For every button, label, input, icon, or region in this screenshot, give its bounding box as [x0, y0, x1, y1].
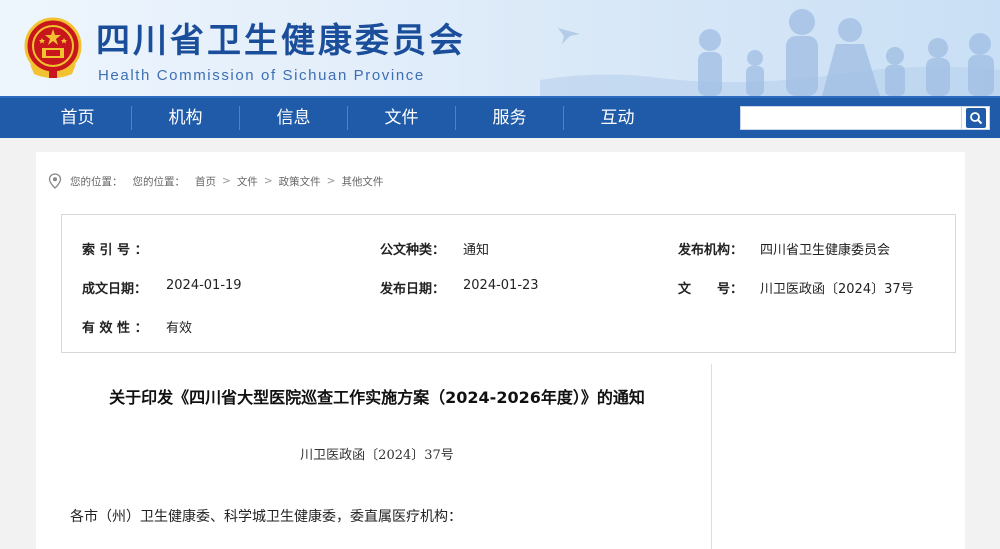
issuing-org-label: 发布机构： [678, 243, 744, 258]
breadcrumb-separator: > [222, 175, 231, 187]
breadcrumb-policy-documents[interactable]: 政策文件 [279, 174, 321, 189]
breadcrumb-separator: > [263, 175, 273, 187]
document-type-label: 公文种类： [380, 243, 446, 258]
breadcrumb-home[interactable]: 首页 [195, 174, 216, 189]
document-type-value: 通知 [463, 243, 490, 258]
nav-information[interactable]: 信息 [240, 98, 347, 138]
publish-date-value: 2024-01-23 [463, 278, 539, 293]
validity-label: 有 效 性 ： [82, 321, 148, 336]
breadcrumb: 您的位置： 您的位置： 首页 > 文件 > 政策文件 > 其他文件 [48, 172, 389, 190]
nav-interaction[interactable]: 互动 [564, 98, 671, 138]
site-header: 四川省卫生健康委员会 Health Commission of Sichuan … [0, 0, 1000, 96]
nav-documents[interactable]: 文件 [348, 98, 455, 138]
creation-date-label: 成文日期： [82, 282, 148, 297]
publish-date-label: 发布日期： [380, 282, 446, 297]
nav-institutions[interactable]: 机构 [132, 98, 239, 138]
nav-services[interactable]: 服务 [456, 98, 563, 138]
location-pin-icon [48, 173, 62, 189]
national-emblem-icon [24, 17, 82, 78]
breadcrumb-other-documents[interactable]: 其他文件 [341, 174, 383, 189]
breadcrumb-documents[interactable]: 文件 [237, 174, 258, 189]
breadcrumb-separator: > [326, 175, 336, 187]
validity-value: 有效 [166, 321, 193, 336]
document-number-value: 川卫医政函〔2024〕37号 [760, 282, 914, 297]
document-metadata-table: 索 引 号 ： 公文种类： 通知 发布机构： 四川省卫生健康委员会 成文日期： … [61, 214, 956, 353]
breadcrumb-label: 您的位置： [132, 175, 186, 188]
issuing-org-value: 四川省卫生健康委员会 [760, 243, 891, 258]
column-divider [711, 364, 712, 549]
document-reference-number: 川卫医政函〔2024〕37号 [300, 448, 454, 463]
family-silhouette-decoration [540, 9, 1000, 96]
index-number-label: 索 引 号 ： [82, 243, 148, 258]
document-title: 关于印发《四川省大型医院巡查工作实施方案（2024-2026年度）》的通知 [109, 388, 645, 407]
breadcrumb-label: 您的位置： [70, 175, 123, 188]
main-nav: 首页 机构 信息 文件 服务 互动 [0, 96, 1000, 138]
creation-date-value: 2024-01-19 [166, 278, 242, 293]
document-number-label: 文 号： [678, 282, 744, 297]
nav-home[interactable]: 首页 [24, 98, 131, 138]
document-salutation: 各市（州）卫生健康委、科学城卫生健康委，委直属医疗机构： [70, 509, 462, 525]
site-subtitle: Health Commission of Sichuan Province [98, 67, 425, 84]
site-title[interactable]: 四川省卫生健康委员会 [96, 22, 466, 60]
search-icon [965, 108, 986, 128]
search-input[interactable] [740, 106, 962, 130]
search-button[interactable] [962, 106, 990, 130]
